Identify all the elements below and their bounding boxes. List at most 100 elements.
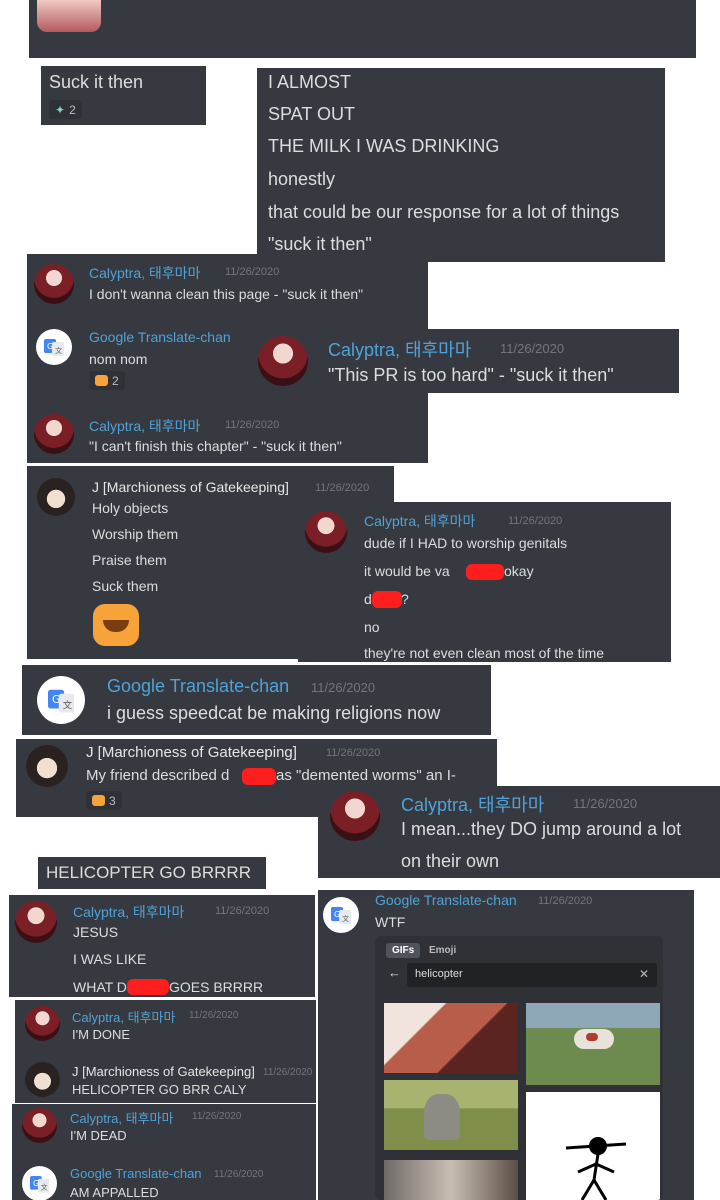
gif-thumbnail[interactable]	[526, 1003, 660, 1085]
avatar[interactable]	[330, 791, 380, 841]
back-arrow-icon[interactable]: ←	[388, 965, 401, 980]
reaction-pill[interactable]: 2	[89, 371, 125, 390]
gif-thumbnail[interactable]	[384, 1003, 518, 1073]
message-line: I ALMOST	[268, 72, 352, 92]
svg-text:文: 文	[342, 914, 349, 923]
message-text: "I can't finish this chapter" - "suck it…	[89, 438, 342, 454]
timestamp: 11/26/2020	[192, 1111, 242, 1122]
pr-message: Calyptra, 태후마마 11/26/2020 "This PR is to…	[251, 329, 679, 393]
google-translate-icon: G文	[330, 906, 352, 925]
gif-thumbnail[interactable]	[384, 1160, 518, 1200]
avatar[interactable]: G文	[37, 676, 85, 724]
message-line: Holy objects	[92, 500, 169, 516]
clear-icon[interactable]: ✕	[639, 967, 649, 981]
timestamp: 11/26/2020	[189, 1010, 239, 1021]
message-line: "suck it then"	[268, 234, 372, 254]
reaction-pill[interactable]: 3	[86, 791, 122, 810]
dead-message-block: Calyptra, 태후마마 11/26/2020 I'M DEAD G文 Go…	[12, 1104, 316, 1200]
username[interactable]: Google Translate-chan	[70, 1166, 202, 1181]
svg-text:文: 文	[55, 346, 62, 355]
avatar[interactable]	[22, 1108, 57, 1143]
message-text: My friend described d	[86, 767, 230, 784]
message-text: WTF	[375, 914, 406, 930]
done-message-block: Calyptra, 태후마마 11/26/2020 I'M DONE J [Ma…	[15, 1000, 316, 1103]
timestamp: 11/26/2020	[326, 747, 381, 759]
username[interactable]: Calyptra, 태후마마	[401, 791, 544, 817]
username[interactable]: Calyptra, 태후마마	[328, 336, 471, 362]
message-line: dude if I HAD to worship genitals	[364, 535, 568, 551]
timestamp: 11/26/2020	[214, 1169, 264, 1180]
avatar[interactable]: G文	[22, 1166, 57, 1200]
message-line: no	[364, 619, 380, 635]
caly-worship-message: Calyptra, 태후마마 11/26/2020 dude if I HAD …	[298, 502, 671, 662]
timestamp: 11/26/2020	[225, 266, 280, 278]
reaction-count: 2	[112, 373, 119, 388]
reaction-crop: Suck it then ✦ 2	[41, 66, 206, 125]
message-text: AM APPALLED	[70, 1185, 159, 1200]
reaction-pill[interactable]: ✦ 2	[49, 100, 82, 119]
message-line: they're not even clean most of the time	[364, 645, 605, 661]
message-text: I'M DEAD	[70, 1128, 127, 1143]
message-line: GOES BRRRR	[169, 979, 264, 995]
svg-text:文: 文	[40, 1182, 47, 1191]
avatar[interactable]: G文	[323, 897, 359, 933]
avatar[interactable]	[25, 1006, 60, 1041]
username[interactable]: Google Translate-chan	[89, 329, 231, 345]
username[interactable]: J [Marchioness of Gatekeeping]	[72, 1064, 255, 1079]
censor-mark	[127, 979, 169, 995]
google-translate-icon: G文	[47, 689, 75, 713]
avatar	[37, 0, 101, 32]
gif-thumbnail[interactable]	[526, 1092, 660, 1200]
username[interactable]: Calyptra, 태후마마	[89, 263, 200, 283]
avatar[interactable]	[258, 336, 308, 386]
username[interactable]: J [Marchioness of Gatekeeping]	[86, 744, 297, 761]
svg-text:G: G	[334, 910, 340, 919]
message-text: "This PR is too hard" - "suck it then"	[328, 365, 614, 385]
timestamp: 11/26/2020	[225, 419, 280, 431]
username[interactable]: Calyptra, 태후마마	[72, 1007, 175, 1026]
username[interactable]: Calyptra, 태후마마	[364, 511, 475, 531]
message-text: as "demented worms" an I-	[276, 767, 456, 784]
tab-emoji[interactable]: Emoji	[429, 945, 456, 956]
username[interactable]: J [Marchioness of Gatekeeping]	[92, 479, 289, 495]
drooling-face-icon	[95, 375, 108, 386]
message-line: honestly	[268, 169, 336, 189]
censor-mark	[466, 564, 504, 580]
message-line: Suck them	[92, 578, 159, 594]
timestamp: 11/26/2020	[573, 796, 638, 811]
gt-speedcat-message: G文 Google Translate-chan 11/26/2020 i gu…	[22, 665, 491, 735]
avatar[interactable]	[26, 745, 68, 787]
timestamp: 11/26/2020	[315, 482, 370, 494]
google-translate-icon: G文	[43, 338, 65, 357]
avatar[interactable]	[34, 264, 74, 304]
avatar[interactable]	[37, 478, 75, 516]
username[interactable]: Calyptra, 태후마마	[89, 416, 200, 436]
reaction-count: 3	[109, 793, 116, 808]
gif-thumbnail[interactable]	[384, 1080, 518, 1150]
avatar[interactable]	[15, 901, 57, 943]
censor-mark	[372, 591, 402, 608]
stick-figure-icon	[565, 1137, 627, 1200]
message-text: I'M DONE	[72, 1027, 131, 1042]
gif-search-input[interactable]: helicopter ✕	[407, 963, 657, 987]
username[interactable]: Google Translate-chan	[107, 676, 289, 697]
avatar[interactable]	[25, 1062, 60, 1097]
avatar[interactable]	[34, 414, 74, 454]
message-line: ?	[401, 591, 409, 607]
helicopter-message: HELICOPTER GO BRRRR	[38, 857, 266, 889]
wtf-message-block: G文 Google Translate-chan 11/26/2020 WTF …	[318, 890, 694, 1200]
message-text: I don't wanna clean this page - "suck it…	[89, 286, 364, 302]
tab-gifs[interactable]: GIFs	[386, 943, 421, 958]
message-line: it would be va	[364, 563, 450, 579]
message-line: I mean...they DO jump around a lot	[401, 819, 682, 839]
username[interactable]: Google Translate-chan	[375, 892, 517, 908]
username[interactable]: Calyptra, 태후마마	[70, 1108, 173, 1127]
timestamp: 11/26/2020	[500, 341, 565, 356]
avatar[interactable]	[305, 511, 347, 553]
username[interactable]: Calyptra, 태후마마	[73, 902, 184, 922]
jesus-message: Calyptra, 태후마마 11/26/2020 JESUS I WAS LI…	[9, 895, 315, 997]
svg-text:G: G	[52, 693, 60, 706]
avatar[interactable]: G文	[36, 329, 72, 365]
message-line: THE MILK I WAS DRINKING	[268, 136, 500, 156]
money-fly-icon: ✦	[55, 102, 66, 117]
